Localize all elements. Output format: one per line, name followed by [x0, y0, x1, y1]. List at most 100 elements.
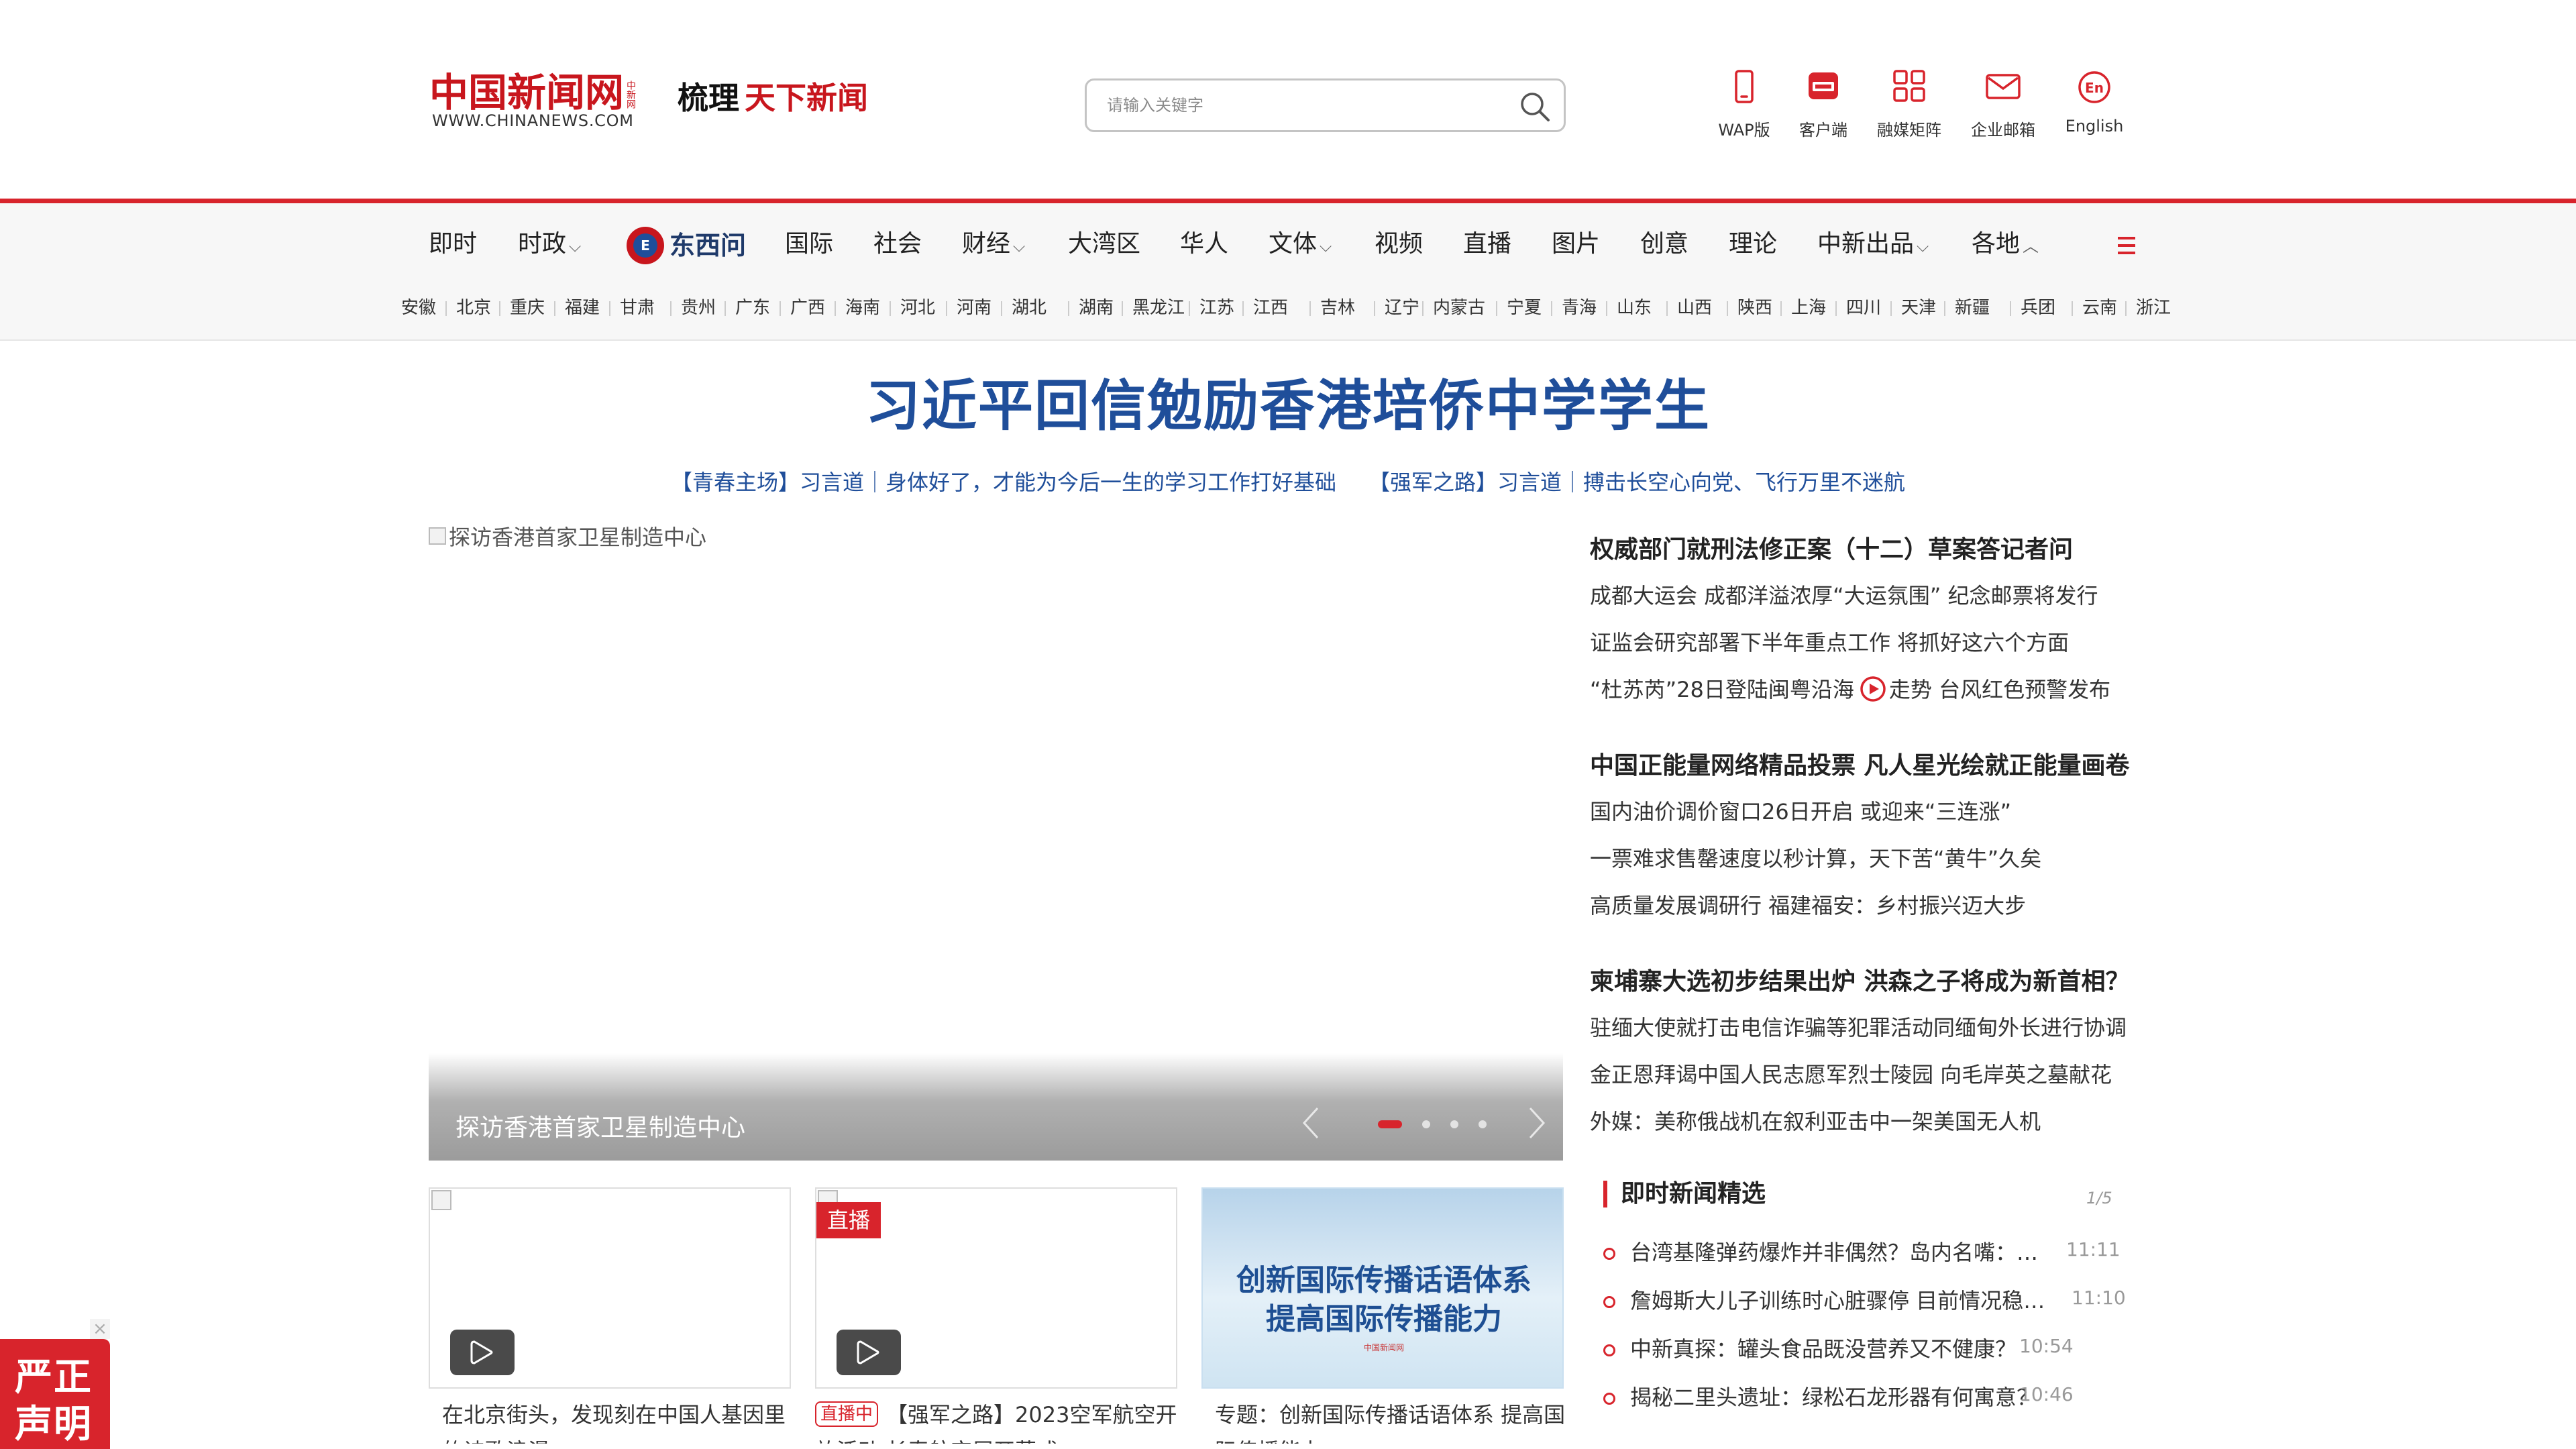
carousel[interactable]: 探访香港首家卫星制造中心 探访香港首家卫星制造中心 [429, 521, 1563, 1161]
menu-icon[interactable] [2111, 230, 2142, 261]
news-item[interactable]: 外媒：美称俄战机在叙利亚击中一架美国无人机 [1590, 1105, 2041, 1136]
search-icon[interactable] [1518, 90, 1552, 123]
nav-item-politics[interactable]: 时政 ⌵ [518, 221, 581, 268]
nav-item-overseas-chinese[interactable]: 华人 [1180, 221, 1228, 268]
sub-link-youth[interactable]: 【青春主场】习言道｜身体好了，才能为今后一生的学习工作打好基础 [671, 470, 1336, 495]
nav-item-video[interactable]: 视频 [1375, 221, 1423, 268]
video-card[interactable] [429, 1187, 791, 1389]
svg-text:E: E [641, 237, 650, 254]
carousel-caption[interactable]: 探访香港首家卫星制造中心 [455, 1108, 745, 1143]
region-link[interactable]: 海南 [845, 294, 880, 321]
live-card[interactable]: 直播 [815, 1187, 1177, 1389]
news-lead[interactable]: 柬埔寨大选初步结果出炉 洪森之子将成为新首相？ [1590, 962, 2130, 997]
region-link[interactable]: 宁夏 [1507, 294, 1542, 321]
instant-news-item[interactable]: 詹姆斯大儿子训练时心脏骤停 目前情况稳定... 11:10 [1603, 1284, 2140, 1316]
nav-item-live[interactable]: 直播 [1463, 221, 1511, 268]
nav-item-creative[interactable]: 创意 [1640, 221, 1688, 268]
chevron-down-icon: ⌵ [569, 237, 582, 256]
card-caption[interactable]: 在北京街头，发现刻在中国人基因里的诗歌浪漫 [442, 1397, 804, 1444]
region-separator [499, 301, 500, 316]
region-link[interactable]: 兵团 [2021, 294, 2055, 321]
instant-news-item[interactable]: 揭秘二里头遗址：绿松石龙形器有何寓意？ 10:46 [1603, 1381, 2140, 1413]
region-link[interactable]: 黑龙江 [1132, 294, 1185, 321]
region-link[interactable]: 云南 [2082, 294, 2117, 321]
region-link[interactable]: 浙江 [2136, 294, 2171, 321]
region-link[interactable]: 广东 [735, 294, 770, 321]
search-input[interactable] [1107, 80, 1483, 130]
region-link[interactable]: 青海 [1562, 294, 1597, 321]
topic-card[interactable]: 创新国际传播话语体系 提高国际传播能力 中国新闻网 [1201, 1187, 1564, 1389]
carousel-dot[interactable] [1450, 1120, 1458, 1128]
region-separator [780, 301, 781, 316]
nav-item-greater-bay[interactable]: 大湾区 [1068, 221, 1140, 268]
news-item[interactable]: 金正恩拜谒中国人民志愿军烈士陵园 向毛岸英之墓献花 [1590, 1058, 2112, 1089]
chinanews-logo[interactable]: 中国新闻网 中新网 WWW.CHINANEWS.COM [429, 64, 651, 138]
media-matrix-link[interactable]: 融媒矩阵 [1859, 67, 1960, 141]
region-link[interactable]: 江苏 [1199, 294, 1234, 321]
instant-news-text: 揭秘二里头遗址：绿松石龙形器有何寓意？ [1630, 1385, 2039, 1410]
news-item[interactable]: 证监会研究部署下半年重点工作 将抓好这六个方面 [1590, 626, 2069, 657]
nav-item-productions[interactable]: 中新出品 ⌵ [1817, 221, 1929, 268]
region-link[interactable]: 河南 [957, 294, 991, 321]
region-link[interactable]: 重庆 [510, 294, 545, 321]
sub-link-military[interactable]: 【强军之路】习言道｜搏击长空心向党、飞行万里不迷航 [1368, 470, 1905, 495]
carousel-image[interactable]: 探访香港首家卫星制造中心 [429, 521, 706, 551]
video-play-button[interactable] [450, 1330, 515, 1375]
mail-link[interactable]: 企业邮箱 [1953, 67, 2053, 141]
region-link[interactable]: 甘肃 [620, 294, 655, 321]
news-lead[interactable]: 权威部门就刑法修正案（十二）草案答记者问 [1590, 530, 2073, 565]
card-caption[interactable]: 直播中【强军之路】2023空军航空开放活动·长春航空展开幕式 [815, 1397, 1177, 1444]
region-link[interactable]: 上海 [1791, 294, 1826, 321]
carousel-dot[interactable] [1378, 1120, 1402, 1128]
region-link[interactable]: 内蒙古 [1433, 294, 1485, 321]
region-link[interactable]: 福建 [565, 294, 600, 321]
region-link[interactable]: 辽宁 [1385, 294, 1419, 321]
instant-news-title[interactable]: 即时新闻精选 [1621, 1174, 1766, 1209]
solemn-statement-badge[interactable]: 严正 声明 [0, 1339, 110, 1449]
nav-item-instant[interactable]: 即时 [429, 221, 477, 268]
region-link[interactable]: 天津 [1901, 294, 1936, 321]
instant-news-item[interactable]: 台湾基隆弹药爆炸并非偶然？岛内名嘴：台湾... 11:11 [1603, 1236, 2140, 1268]
nav-item-photos[interactable]: 图片 [1552, 221, 1600, 268]
nav-item-international[interactable]: 国际 [785, 221, 833, 268]
region-link[interactable]: 北京 [456, 294, 491, 321]
carousel-next-arrow-icon[interactable] [1523, 1103, 1550, 1143]
news-lead[interactable]: 中国正能量网络精品投票 凡人星光绘就正能量画卷 [1590, 746, 2130, 781]
news-item[interactable]: 驻缅大使就打击电信诈骗等犯罪活动同缅甸外长进行协调 [1590, 1011, 2127, 1042]
english-link[interactable]: En English [2044, 67, 2145, 141]
news-item[interactable]: 高质量发展调研行 福建福安：乡村振兴迈大步 [1590, 889, 2026, 920]
region-link[interactable]: 安徽 [401, 294, 436, 321]
news-item[interactable]: 一票难求售罄速度以秒计算，天下苦“黄牛”久矣 [1590, 842, 2041, 873]
region-link[interactable]: 湖北 [1012, 294, 1046, 321]
news-item[interactable]: “杜苏芮”28日登陆闽粤沿海 走势 台风红色预警发布 [1590, 673, 2110, 706]
news-item[interactable]: 成都大运会 成都洋溢浓厚“大运氛围” 纪念邮票将发行 [1590, 579, 2098, 610]
region-link[interactable]: 江西 [1253, 294, 1288, 321]
carousel-dot[interactable] [1422, 1120, 1430, 1128]
region-link[interactable]: 新疆 [1955, 294, 1990, 321]
region-link[interactable]: 湖南 [1079, 294, 1114, 321]
nav-item-society[interactable]: 社会 [873, 221, 922, 268]
region-link[interactable]: 广西 [790, 294, 825, 321]
nav-item-theory[interactable]: 理论 [1729, 221, 1777, 268]
notice-close-icon[interactable]: × [90, 1319, 110, 1339]
region-link[interactable]: 四川 [1846, 294, 1881, 321]
region-link[interactable]: 山东 [1617, 294, 1652, 321]
carousel-dot[interactable] [1479, 1120, 1487, 1128]
carousel-prev-arrow-icon[interactable] [1297, 1103, 1324, 1143]
nav-item-culture-sports[interactable]: 文体 ⌵ [1269, 221, 1332, 268]
nav-item-finance[interactable]: 财经 ⌵ [962, 221, 1025, 268]
region-link[interactable]: 贵州 [681, 294, 716, 321]
region-link[interactable]: 陕西 [1737, 294, 1772, 321]
instant-news-item[interactable]: 中新真探：罐头食品既没营养又不健康？ 10:54 [1603, 1332, 2140, 1364]
region-link[interactable]: 吉林 [1320, 294, 1355, 321]
region-separator [1890, 301, 1892, 316]
news-item[interactable]: 国内油价调价窗口26日开启 或迎来“三连涨” [1590, 795, 2011, 826]
nav-item-regions[interactable]: 各地 ︿ [1972, 221, 2039, 268]
video-play-button[interactable] [837, 1330, 901, 1375]
top-headline[interactable]: 习近平回信勉励香港培侨中学学生 [0, 361, 2576, 441]
region-link[interactable]: 山西 [1677, 294, 1712, 321]
carousel-caption-bar: 探访香港首家卫星制造中心 [429, 1053, 1563, 1161]
card-caption[interactable]: 专题：创新国际传播话语体系 提高国际传播能力 [1215, 1397, 1577, 1444]
nav-item-dongxiwen[interactable]: E 东西问 [625, 225, 759, 266]
region-link[interactable]: 河北 [900, 294, 935, 321]
